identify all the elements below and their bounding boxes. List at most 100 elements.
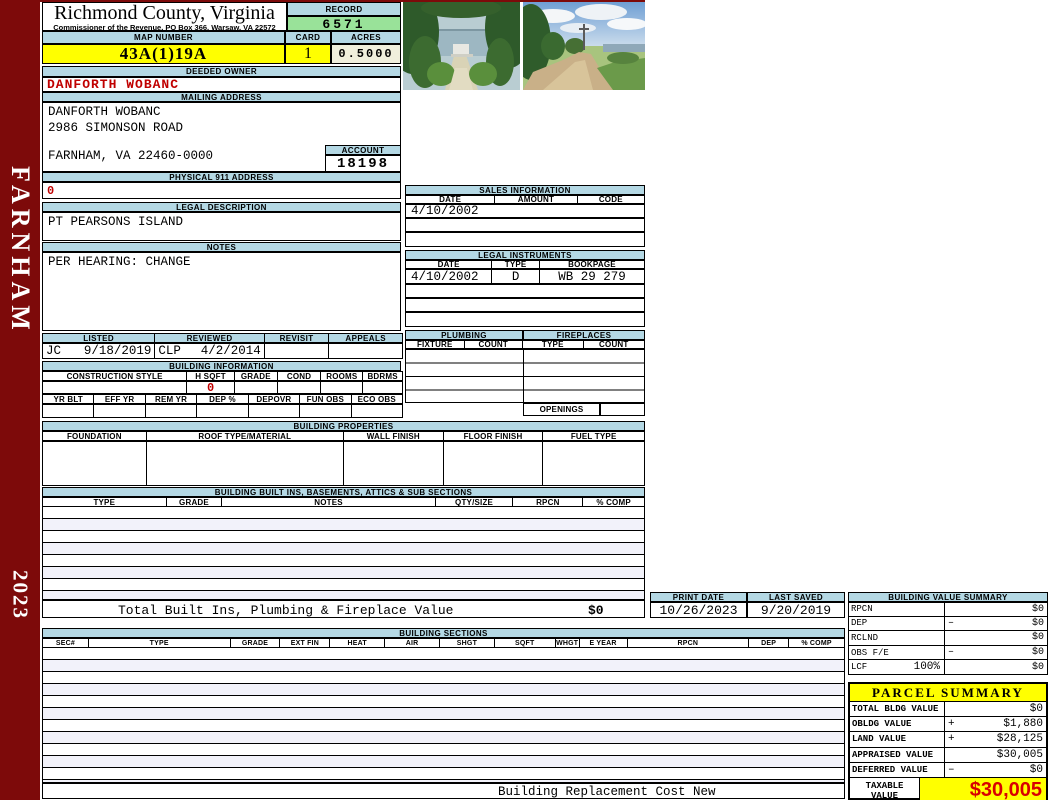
bvs-obs-op: – (948, 647, 955, 659)
rooms-value (321, 382, 364, 393)
sales-amount-header: AMOUNT (495, 195, 578, 204)
parcel-totalbldg-cell: $0 (945, 702, 1046, 716)
sales-row-1: 4/10/2002 (405, 204, 645, 218)
fuel-type-header: FUEL TYPE (543, 432, 644, 441)
last-saved-header: LAST SAVED (747, 592, 845, 602)
bvs-lcf-label-cell: LCF 100% (848, 660, 945, 675)
parcel-summary-panel: PARCEL SUMMARY TOTAL BLDG VALUE $0 OBLDG… (848, 682, 1048, 800)
parcel-appraised-label: APPRAISED VALUE (850, 747, 945, 762)
instr-date-header: DATE (406, 260, 493, 269)
depovr-header: DEPOVR (248, 395, 301, 404)
listed-by: JC (46, 344, 62, 358)
parcel-obldg-cell: + $1,880 (945, 717, 1046, 731)
bvs-dep-label: DEP (848, 616, 945, 632)
card-header: CARD (285, 31, 331, 44)
mailing-line-1: DANFORTH WOBANC (48, 105, 161, 119)
parcel-row-obldg: OBLDG VALUE + $1,880 (850, 717, 1046, 733)
deeded-owner-header: DEEDED OWNER (42, 66, 401, 77)
plumbing-count-header: COUNT (464, 340, 524, 349)
effyr-header: EFF YR (94, 395, 146, 404)
sec-comp-header: % COMP (789, 639, 844, 647)
sec-heat-header: HEAT (330, 639, 386, 647)
bvs-lcf-cell: $0 (945, 660, 1048, 675)
review-header-row: LISTED REVIEWED REVISIT APPEALS (42, 333, 403, 343)
construction-style-value (43, 382, 188, 393)
mailing-line-2: 2986 SIMONSON ROAD (48, 121, 184, 135)
instruments-row-4 (405, 312, 645, 327)
builtins-notes-header: NOTES (222, 498, 436, 507)
print-date-header: PRINT DATE (650, 592, 747, 602)
sales-code-header: CODE (577, 195, 644, 204)
bvs-obs-label: OBS F/E (848, 645, 945, 661)
parcel-row-taxable: TAXABLE VALUE $30,005 (850, 777, 1046, 800)
sec-rpcn-header: RPCN (627, 639, 750, 647)
builtins-header-row: TYPE GRADE NOTES QTY/SIZE RPCN % COMP (42, 497, 645, 507)
deppct-header: DEP % (197, 395, 249, 404)
building-info-header-row-1: CONSTRUCTION STYLE H SQFT GRADE COND ROO… (42, 371, 403, 381)
bvs-row-dep: DEP – $0 (848, 616, 1048, 632)
plumbing-header: PLUMBING (405, 330, 523, 340)
sec-grade-header: GRADE (230, 639, 281, 647)
bvs-dep-op: – (948, 617, 955, 629)
record-number: 6571 (287, 16, 401, 32)
rooms-header: ROOMS (321, 372, 364, 381)
parcel-row-totalbldg: TOTAL BLDG VALUE $0 (850, 702, 1046, 718)
parcel-obldg-op: + (948, 718, 955, 731)
floor-finish-header: FLOOR FINISH (443, 432, 544, 441)
fireplace-count-header: COUNT (583, 340, 645, 349)
plumbing-fireplace-grid (405, 349, 645, 403)
bvs-row-rclnd: RCLND $0 (848, 631, 1048, 646)
physical-address-header: PHYSICAL 911 ADDRESS (42, 172, 401, 182)
tax-year-label: 2023 (8, 570, 33, 620)
wall-finish-value (344, 442, 444, 485)
instr-date-1: 4/10/2002 (406, 270, 493, 284)
properties-header-row: FOUNDATION ROOF TYPE/MATERIAL WALL FINIS… (42, 431, 645, 441)
bvs-rpcn-cell: $0 (945, 602, 1048, 617)
deeded-owner-name: DANFORTH WOBANC (42, 77, 401, 92)
builtins-total-row: Total Built Ins, Plumbing & Fireplace Va… (42, 600, 645, 618)
notes-value: PER HEARING: CHANGE (42, 252, 401, 331)
parcel-land-label: LAND VALUE (850, 732, 945, 747)
map-number-header: MAP NUMBER (42, 31, 285, 44)
sections-empty-rows (42, 648, 845, 783)
building-information-header: BUILDING INFORMATION (42, 361, 401, 371)
parcel-deferred-label: DEFERRED VALUE (850, 762, 945, 777)
listed-cell: JC 9/18/2019 (43, 344, 156, 358)
bvs-rclnd-value: $0 (1031, 632, 1044, 644)
review-value-row: JC 9/18/2019 CLP 4/2/2014 (42, 343, 403, 359)
sec-type-header: TYPE (88, 639, 231, 647)
sales-row-2 (405, 218, 645, 232)
instr-bookpage-1: WB 29 279 (558, 269, 626, 284)
bvs-lcf-pct: 100% (913, 661, 940, 674)
building-sections-header: BUILDING SECTIONS (42, 628, 845, 638)
building-value-summary-header: BUILDING VALUE SUMMARY (848, 592, 1048, 602)
builtins-comp-header: % COMP (583, 498, 644, 507)
openings-value (600, 403, 645, 416)
bvs-dep-cell: – $0 (945, 616, 1048, 632)
sales-header-row: DATE AMOUNT CODE (405, 195, 645, 204)
bvs-row-obs: OBS F/E – $0 (848, 645, 1048, 661)
card-value: 1 (285, 44, 331, 64)
builtins-total-value: $0 (588, 603, 604, 618)
bvs-rclnd-cell: $0 (945, 631, 1048, 646)
taxable-value-amount: $30,005 (920, 777, 1046, 800)
parcel-deferred-value: $0 (1029, 763, 1043, 776)
grade-header: GRADE (234, 372, 278, 381)
sec-shgt-header: SHGT (440, 639, 495, 647)
physical-address-value: 0 (42, 182, 401, 199)
legal-description-header: LEGAL DESCRIPTION (42, 202, 401, 212)
plumbing-fireplace-header-row: FIXTURE COUNT TYPE COUNT (405, 340, 645, 349)
taxable-value-label: TAXABLE VALUE (850, 777, 920, 800)
listed-date: 9/18/2019 (83, 344, 152, 358)
cond-header: COND (277, 372, 322, 381)
parcel-land-value: $28,125 (996, 733, 1043, 746)
parcel-totalbldg-value: $0 (1029, 703, 1043, 716)
builtins-total-label: Total Built Ins, Plumbing & Fireplace Va… (118, 603, 454, 618)
notes-header: NOTES (42, 242, 401, 252)
instruments-header-row: DATE TYPE BOOKPAGE (405, 260, 645, 269)
parcel-obldg-label: OBLDG VALUE (850, 717, 945, 732)
fireplace-type-header: TYPE (523, 340, 584, 349)
appeals-cell (329, 344, 402, 358)
parcel-row-appraised: APPRAISED VALUE $30,005 (850, 747, 1046, 763)
ecoobs-header: ECO OBS (351, 395, 402, 404)
